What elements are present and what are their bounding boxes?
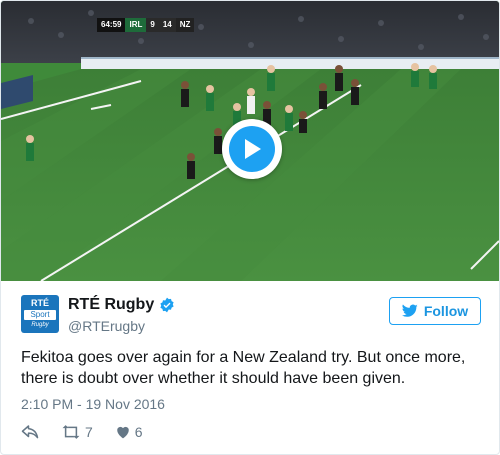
tweet-timestamp[interactable]: 2:10 PM - 19 Nov 2016 xyxy=(21,395,165,413)
tweet-header: RTÉ Sport Rugby RTÉ Rugby @RTErugby Foll… xyxy=(21,293,481,339)
retweet-count: 7 xyxy=(85,424,93,440)
tweet-text: Fekitoa goes over again for a New Zealan… xyxy=(21,349,466,387)
display-name[interactable]: RTÉ Rugby xyxy=(68,295,154,315)
avatar[interactable]: RTÉ Sport Rugby xyxy=(21,295,59,333)
match-clock: 64:59 xyxy=(97,18,126,32)
scoreboard: 64:59 IRL 9 14 NZ xyxy=(97,18,195,32)
away-team-label: NZ xyxy=(175,18,195,32)
avatar-line3: Rugby xyxy=(31,322,49,328)
retweet-button[interactable]: 7 xyxy=(61,424,93,440)
play-icon xyxy=(229,126,275,172)
reply-icon xyxy=(21,425,39,439)
follow-button[interactable]: Follow xyxy=(389,297,481,325)
user-handle[interactable]: @RTErugby xyxy=(68,317,175,335)
home-team-label: IRL xyxy=(125,18,147,32)
reply-button[interactable] xyxy=(21,424,39,440)
video-thumbnail[interactable]: 64:59 IRL 9 14 NZ xyxy=(1,1,499,281)
twitter-bird-icon xyxy=(401,304,418,317)
like-count: 6 xyxy=(134,424,143,440)
avatar-line1: RTÉ xyxy=(31,298,49,308)
play-button[interactable] xyxy=(222,119,282,179)
follow-label: Follow xyxy=(423,303,469,319)
embedded-tweet-card: 64:59 IRL 9 14 NZ RTÉ Sport Rugby RTÉ Ru… xyxy=(0,0,500,455)
like-button[interactable]: 6 xyxy=(115,424,143,440)
tweet-actions: 7 6 xyxy=(21,422,165,442)
heart-icon xyxy=(117,426,129,439)
verified-badge-icon xyxy=(160,297,174,313)
retweet-icon xyxy=(62,425,80,439)
away-score: 14 xyxy=(158,18,176,32)
avatar-line2: Sport xyxy=(24,310,56,320)
home-score: 9 xyxy=(146,18,159,32)
author-name-row[interactable]: RTÉ Rugby xyxy=(68,295,175,315)
author-info: RTÉ Rugby @RTErugby xyxy=(68,295,175,335)
